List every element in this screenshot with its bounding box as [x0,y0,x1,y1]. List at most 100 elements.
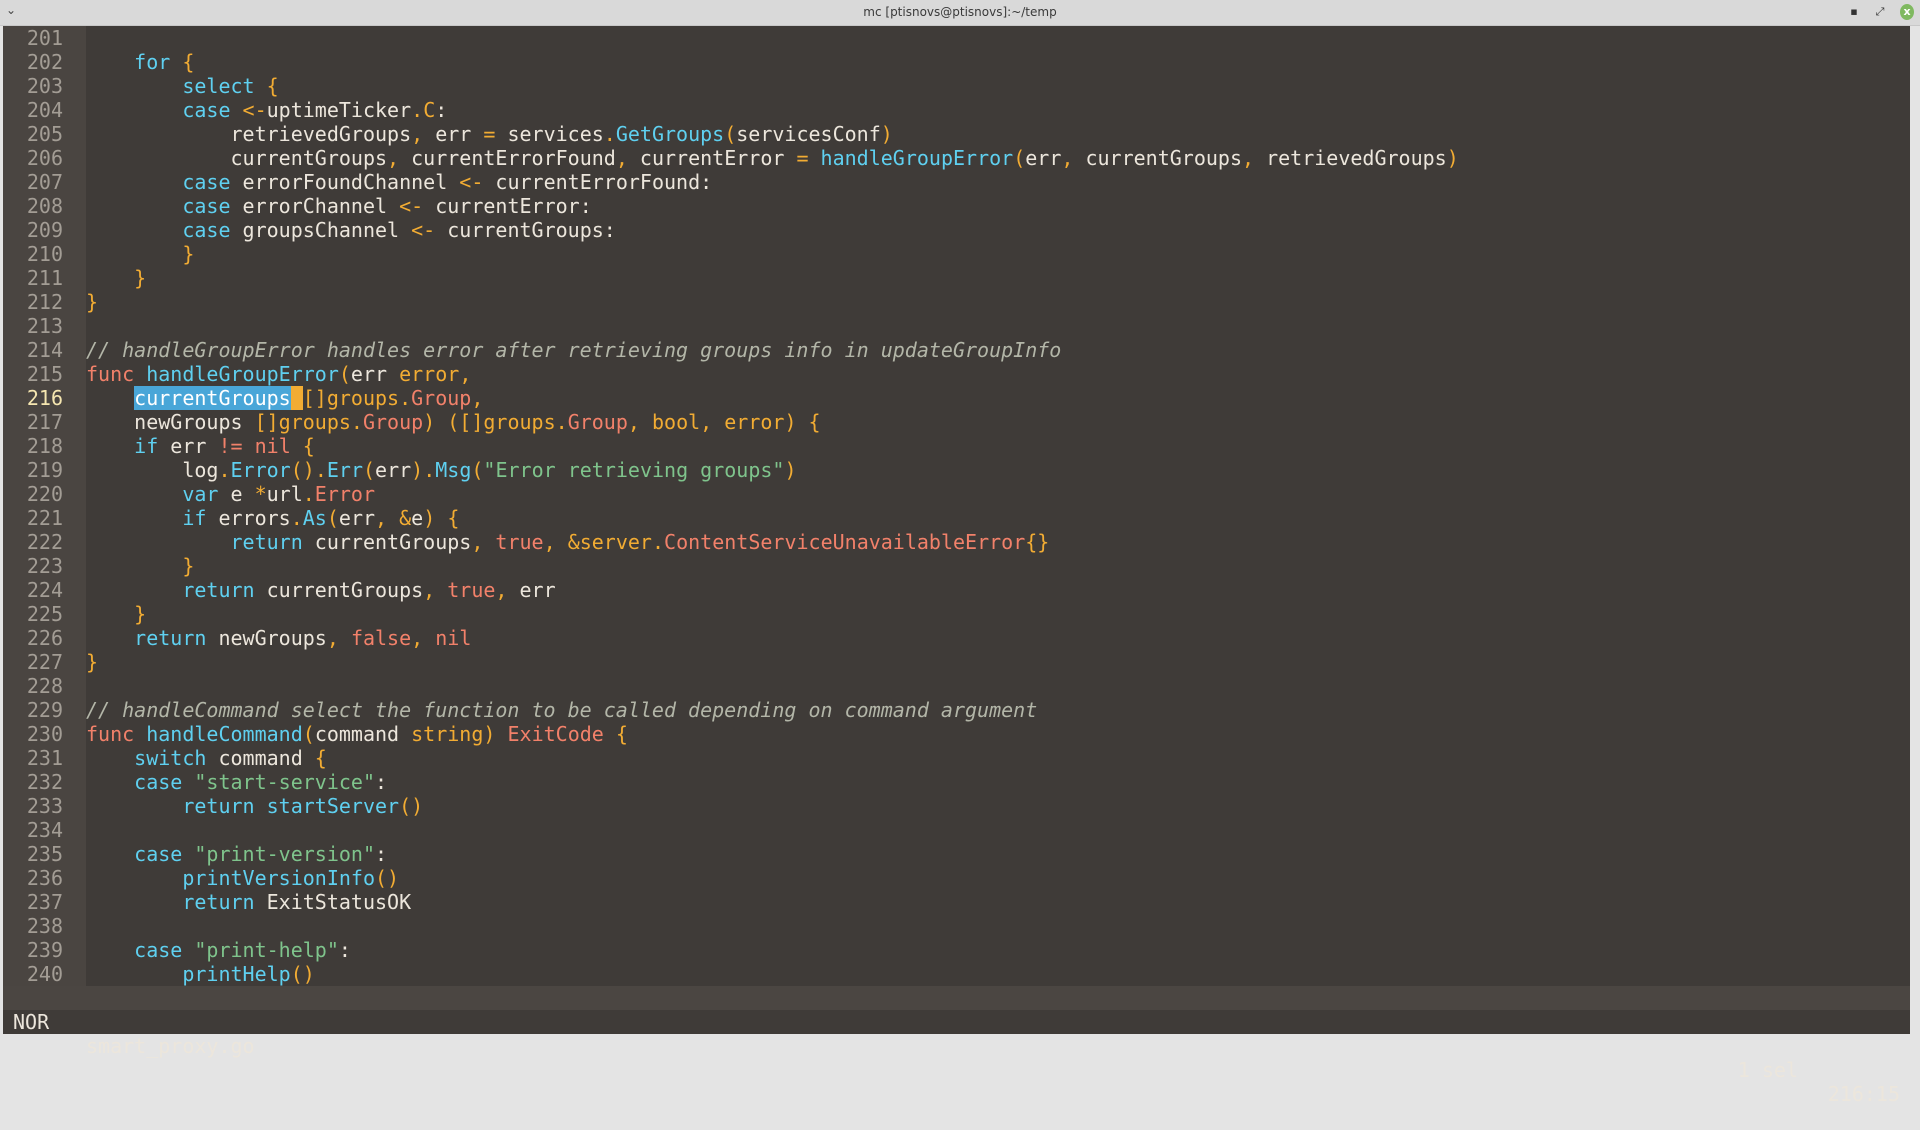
code-token: . [651,530,665,554]
code-token: ( [338,362,351,386]
code-line[interactable]: 228 [3,674,1910,698]
code-token: ) [483,722,496,746]
line-number: 236 [26,866,63,890]
code-line[interactable]: 221 if errors.As(err, &e) { [3,506,1910,530]
code-token: startServer [266,794,400,818]
terminal-editor[interactable]: 201 202 for {203 select {204 case <-uptim… [3,26,1910,1106]
code-line[interactable]: 206 currentGroups, currentErrorFound, cu… [3,146,1910,170]
code-line[interactable]: 240 printHelp() [3,962,1910,986]
code-text: for { [86,50,194,74]
code-line[interactable]: 237 return ExitStatusOK [3,890,1910,914]
code-line[interactable]: 236 printVersionInfo() [3,866,1910,890]
code-token: , [1242,146,1255,170]
code-token: . [555,410,568,434]
code-token: } [134,266,147,290]
code-line[interactable]: 212} [3,290,1910,314]
code-text: retrievedGroups, err = services.GetGroup… [86,122,893,146]
code-line[interactable]: 214 // handleGroupError handles error aft… [3,338,1910,362]
code-line[interactable]: 202 for { [3,50,1910,74]
code-token: true [447,578,496,602]
code-line[interactable]: 224 return currentGroups, true, err [3,578,1910,602]
code-token: ) [423,410,436,434]
code-line[interactable]: 235 case "print-version": [3,842,1910,866]
code-line[interactable]: 215 func handleGroupError(err error, [3,362,1910,386]
code-line[interactable]: 208 case errorChannel <- currentError: [3,194,1910,218]
code-line[interactable]: 213 [3,314,1910,338]
line-number: 224 [26,578,63,602]
code-line[interactable]: 205 retrievedGroups, err = services.GetG… [3,122,1910,146]
code-line[interactable]: 217 newGroups []groups.Group) ([]groups.… [3,410,1910,434]
code-line[interactable]: 230 func handleCommand(command string) Ex… [3,722,1910,746]
code-token: // handleGroupError handles error after … [86,338,1062,362]
code-token: : [375,770,388,794]
code-text: printHelp() [86,962,314,986]
code-token: . [218,458,231,482]
code-token: <- [242,98,267,122]
code-line[interactable]: 219 log.Error().Err(err).Msg("Error retr… [3,458,1910,482]
code-line[interactable]: 207 case errorFoundChannel <- currentErr… [3,170,1910,194]
code-line[interactable]: 225 } [3,602,1910,626]
code-line[interactable]: 232 case "start-service": [3,770,1910,794]
code-line[interactable]: 234 [3,818,1910,842]
code-token: = [796,146,809,170]
code-line[interactable]: 216 currentGroups []groups.Group, [3,386,1910,410]
code-line[interactable]: 239 case "print-help": [3,938,1910,962]
code-line[interactable]: 203 select { [3,74,1910,98]
maximize-button[interactable]: ⤢ [1872,4,1888,20]
code-line[interactable]: 223 } [3,554,1910,578]
code-token: err [375,458,412,482]
code-line[interactable]: 226 return newGroups, false, nil [3,626,1910,650]
line-number: 217 [26,410,63,434]
code-line[interactable]: 233 return startServer() [3,794,1910,818]
code-token: Error [314,482,376,506]
code-token: return [182,794,255,818]
code-line[interactable]: 222 return currentGroups, true, &server.… [3,530,1910,554]
code-line[interactable]: 210 } [3,242,1910,266]
code-token: currentGroups [86,146,388,170]
code-token: var [182,482,219,506]
code-token: []groups [302,386,400,410]
close-button[interactable]: x [1900,4,1914,20]
code-line[interactable]: 227} [3,650,1910,674]
code-token: Group [411,386,472,410]
code-line[interactable]: 201 [3,26,1910,50]
code-line[interactable]: 220 var e *url.Error [3,482,1910,506]
code-line[interactable]: 229 // handleCommand select the function … [3,698,1910,722]
line-number: 218 [26,434,63,458]
code-token: , [375,506,388,530]
code-token: currentGroups [1073,146,1242,170]
code-area[interactable]: 201 202 for {203 select {204 case <-uptim… [3,26,1910,986]
code-text: // handleCommand select the function to … [86,698,1037,722]
code-line[interactable]: 238 [3,914,1910,938]
code-token: , [411,122,424,146]
code-line[interactable]: 231 switch command { [3,746,1910,770]
line-number: 230 [26,722,63,746]
code-token: ) [411,458,424,482]
code-token: , [1061,146,1074,170]
code-token: true [495,530,544,554]
code-token: ExitStatusOK [254,890,412,914]
code-text: return newGroups, false, nil [86,626,471,650]
code-token: ) [880,122,893,146]
code-line[interactable]: 209 case groupsChannel <- currentGroups: [3,218,1910,242]
code-line[interactable]: 211 } [3,266,1910,290]
line-number: 205 [26,122,63,146]
code-line[interactable]: 204 case <-uptimeTicker.C: [3,98,1910,122]
code-token: != [218,434,243,458]
code-line[interactable]: 218 if err != nil { [3,434,1910,458]
code-token: : [338,938,351,962]
minimize-button[interactable]: ▪ [1846,4,1862,20]
